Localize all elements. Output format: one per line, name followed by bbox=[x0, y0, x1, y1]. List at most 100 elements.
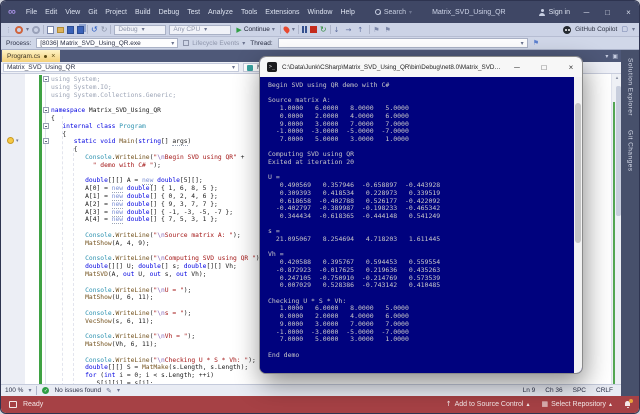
thread-label: Thread: bbox=[250, 39, 273, 47]
tab-solution-explorer[interactable]: Solution Explorer bbox=[627, 58, 634, 116]
issues-status[interactable]: No issues found bbox=[54, 387, 101, 394]
title-bar: ∞ File Edit View Git Project Build Debug Test An… bbox=[1, 1, 639, 23]
menu-item-file[interactable]: File bbox=[22, 6, 41, 19]
console-minimize-button[interactable]: ─ bbox=[506, 57, 528, 77]
restart-button[interactable]: ↻ bbox=[320, 25, 327, 34]
continue-button[interactable]: ▶ Continue ▾ bbox=[234, 26, 276, 34]
tab-list-dropdown-icon[interactable]: ▾ bbox=[605, 53, 608, 60]
step-out-button[interactable]: ↑ bbox=[357, 26, 366, 34]
console-maximize-button[interactable]: □ bbox=[533, 57, 555, 77]
thread-dropdown[interactable]: ▾ bbox=[277, 38, 528, 48]
new-file-button[interactable] bbox=[47, 25, 55, 34]
collapse-toggle[interactable] bbox=[43, 123, 49, 129]
lifecycle-events-button[interactable]: Lifecycle Events ▾ bbox=[183, 40, 245, 47]
search-control[interactable]: Search ▾ bbox=[369, 7, 418, 18]
menu-item-edit[interactable]: Edit bbox=[41, 6, 61, 19]
open-file-button[interactable] bbox=[57, 26, 65, 33]
standard-toolbar: ⋮ ▾ ↺ ↻ Debug ▾ Any CPU ▾ ▶ Continue ▾ ▾ ↻ bbox=[1, 23, 639, 37]
menu-item-analyze[interactable]: Analyze bbox=[204, 6, 237, 19]
minimize-button[interactable]: ─ bbox=[576, 1, 597, 23]
start-profile-button[interactable] bbox=[15, 25, 23, 34]
chevron-down-icon: ▾ bbox=[271, 26, 275, 33]
divider bbox=[36, 386, 38, 395]
solution-platform-dropdown[interactable]: Any CPU ▾ bbox=[169, 24, 232, 35]
console-close-button[interactable]: × bbox=[560, 57, 582, 77]
menu-item-debug[interactable]: Debug bbox=[155, 6, 184, 19]
console-scrollbar[interactable] bbox=[574, 77, 582, 373]
status-bar: Ready ↑ Add to Source Control ▴ ▦ Select… bbox=[1, 396, 639, 413]
chevron-down-icon: ▾ bbox=[28, 387, 32, 394]
track-changes-bar bbox=[39, 75, 42, 395]
redo-button[interactable]: ↻ bbox=[101, 25, 108, 34]
divider bbox=[110, 25, 112, 34]
scrollbar-thumb[interactable] bbox=[616, 86, 621, 216]
scrollbar-change-marks bbox=[613, 102, 615, 386]
menu-item-git[interactable]: Git bbox=[84, 6, 101, 19]
break-all-button[interactable] bbox=[301, 26, 307, 33]
tab-git-changes[interactable]: Git Changes bbox=[627, 130, 634, 172]
menu-item-build[interactable]: Build bbox=[131, 6, 155, 19]
console-title-text: C:\Data\Junk\CSharp\Matrix_SVD_Using_QR\… bbox=[282, 63, 501, 71]
bookmark-button[interactable]: ⚑ bbox=[373, 26, 381, 34]
line-indicator[interactable]: Ln 9 bbox=[523, 387, 536, 394]
editor-scrollbar[interactable]: ▴ ▾ bbox=[611, 74, 621, 396]
select-repository-button[interactable]: ▦ Select Repository ▴ bbox=[541, 400, 613, 409]
lightbulb-icon[interactable] bbox=[7, 137, 14, 144]
close-button[interactable]: × bbox=[618, 1, 639, 23]
flag-thread-icon[interactable]: ⚑ bbox=[533, 39, 539, 47]
add-to-source-control-button[interactable]: ↑ Add to Source Control ▴ bbox=[446, 401, 530, 409]
console-scrollbar-thumb[interactable] bbox=[575, 103, 581, 243]
menu-item-project[interactable]: Project bbox=[101, 6, 131, 19]
maximize-button[interactable]: □ bbox=[597, 1, 618, 23]
process-dropdown[interactable]: [8036] Matrix_SVD_Using_QR.exe ▾ bbox=[36, 38, 179, 48]
chevron-down-icon: ▾ bbox=[520, 39, 524, 47]
breakpoint-margin[interactable] bbox=[1, 74, 25, 396]
save-button[interactable] bbox=[67, 25, 75, 34]
repository-icon: ▦ bbox=[541, 400, 549, 408]
menu-item-tools[interactable]: Tools bbox=[237, 6, 261, 19]
console-window: >_ C:\Data\Junk\CSharp\Matrix_SVD_Using_… bbox=[259, 56, 583, 374]
console-title-bar[interactable]: >_ C:\Data\Junk\CSharp\Matrix_SVD_Using_… bbox=[260, 57, 582, 77]
column-indicator[interactable]: Ch 36 bbox=[545, 387, 562, 394]
tab-program-cs[interactable]: Program.cs × bbox=[2, 50, 61, 62]
code-cleanup-button[interactable]: ✎ bbox=[106, 387, 112, 395]
copilot-chat-icon[interactable]: ▢ bbox=[621, 26, 628, 33]
menu-item-test[interactable]: Test bbox=[183, 6, 204, 19]
step-over-button[interactable]: → bbox=[345, 26, 354, 34]
chevron-down-icon: ▾ bbox=[141, 26, 145, 33]
sign-in-button[interactable]: Sign in bbox=[533, 7, 576, 18]
collapse-toggle[interactable] bbox=[43, 107, 49, 113]
project-dropdown[interactable]: Matrix_SVD_Using_QR ▾ bbox=[3, 63, 239, 72]
scroll-up-icon[interactable]: ▴ bbox=[612, 75, 621, 81]
close-tab-icon[interactable]: × bbox=[51, 53, 55, 60]
pin-icon[interactable] bbox=[44, 54, 48, 58]
chevron-down-icon: ▾ bbox=[171, 39, 175, 47]
divider bbox=[329, 25, 331, 34]
menu-item-window[interactable]: Window bbox=[304, 6, 337, 19]
space-indicator[interactable]: SPC bbox=[573, 387, 586, 394]
hot-reload-button[interactable] bbox=[282, 25, 291, 34]
menu-item-view[interactable]: View bbox=[61, 6, 84, 19]
github-copilot-button[interactable]: GitHub Copilot ▢ ▾ bbox=[563, 25, 635, 34]
float-window-icon[interactable]: ▣ bbox=[612, 53, 618, 60]
menu-item-extensions[interactable]: Extensions bbox=[261, 6, 303, 19]
solution-configuration-dropdown[interactable]: Debug ▾ bbox=[114, 24, 167, 35]
toolbar-grip[interactable]: ⋮ bbox=[5, 26, 12, 34]
zoom-level-dropdown[interactable]: 100 % bbox=[5, 387, 23, 394]
divider bbox=[369, 25, 371, 34]
copilot-label: GitHub Copilot bbox=[575, 26, 618, 33]
navigate-back-button[interactable] bbox=[32, 25, 41, 34]
undo-button[interactable]: ↺ bbox=[91, 25, 98, 34]
collapse-toggle[interactable] bbox=[43, 138, 49, 144]
notifications-bell-icon[interactable] bbox=[624, 399, 633, 408]
menu-item-help[interactable]: Help bbox=[336, 6, 358, 19]
collapse-toggle[interactable] bbox=[43, 76, 49, 82]
chevron-down-icon: ▾ bbox=[26, 26, 30, 33]
next-bookmark-button[interactable]: ⚑ bbox=[384, 26, 392, 34]
divider bbox=[43, 25, 45, 34]
eol-indicator[interactable]: CRLF bbox=[596, 387, 613, 394]
step-into-button[interactable]: ↓ bbox=[334, 26, 343, 34]
save-all-button[interactable] bbox=[77, 25, 85, 34]
chevron-down-icon: ▾ bbox=[204, 26, 208, 33]
stop-debugging-button[interactable] bbox=[309, 26, 317, 33]
